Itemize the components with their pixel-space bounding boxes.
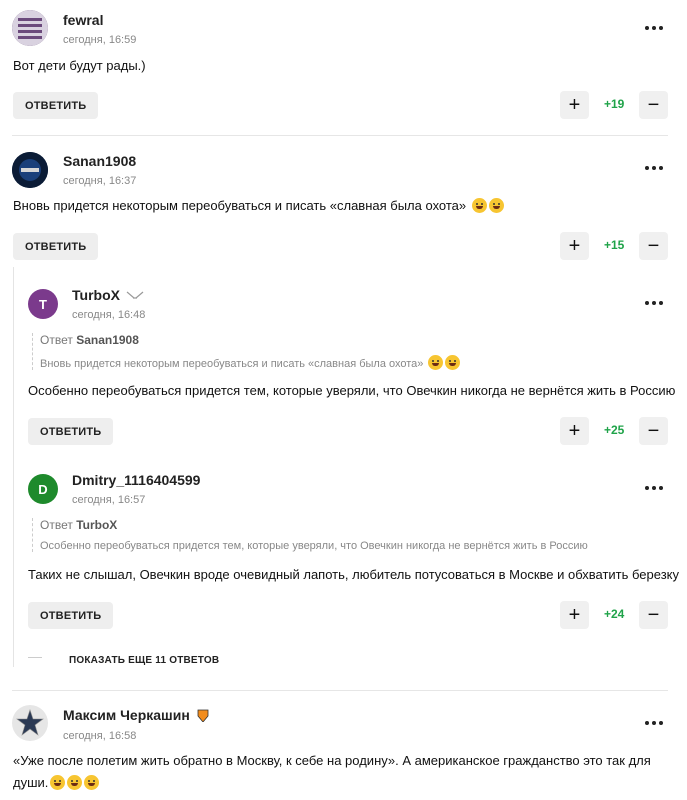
comment-time: сегодня, 16:59 bbox=[63, 34, 137, 46]
reply-score: +24 bbox=[604, 607, 625, 621]
minus-icon[interactable]: − bbox=[639, 232, 668, 260]
comment-score: +15 bbox=[604, 238, 625, 252]
emoji-icon bbox=[428, 355, 444, 370]
more-icon[interactable] bbox=[643, 161, 665, 175]
reply-author-name: TurboX bbox=[72, 287, 120, 303]
emoji-icon bbox=[50, 775, 66, 790]
minus-icon[interactable]: − bbox=[639, 417, 668, 445]
comment-author[interactable]: Sanan1908 bbox=[63, 153, 136, 169]
club-badge-icon bbox=[197, 709, 209, 723]
quote-header: Ответ Sanan1908 bbox=[40, 333, 460, 347]
reply-author[interactable]: Dmitry_1116404599 bbox=[72, 472, 200, 488]
reply-text: Таких не слышал, Овечкин вроде очевидный… bbox=[28, 567, 680, 582]
avatar[interactable]: D bbox=[28, 474, 58, 504]
reply-quote: Ответ TurboX Особенно переобуваться прид… bbox=[32, 518, 588, 552]
avatar[interactable] bbox=[12, 705, 48, 741]
more-icon[interactable] bbox=[643, 716, 665, 730]
avatar[interactable] bbox=[12, 152, 48, 188]
reply-author[interactable]: TurboX bbox=[72, 287, 144, 303]
plus-icon[interactable]: + bbox=[560, 417, 589, 445]
emoji-icon bbox=[488, 198, 504, 213]
minus-icon[interactable]: − bbox=[639, 601, 668, 629]
emoji-icon bbox=[84, 775, 100, 790]
reply-button[interactable]: ОТВЕТИТЬ bbox=[28, 602, 114, 629]
emoji-icon bbox=[471, 198, 487, 213]
avatar-image bbox=[12, 10, 48, 46]
emoji-icon bbox=[67, 775, 83, 790]
reply-button[interactable]: ОТВЕТИТЬ bbox=[28, 418, 114, 445]
reply-quote: Ответ Sanan1908 Вновь придется некоторым… bbox=[32, 333, 461, 370]
comment-text-line-1: «Уже после полетим жить обратно в Москву… bbox=[13, 753, 651, 768]
avatar-image bbox=[12, 705, 48, 741]
avatar[interactable] bbox=[12, 10, 48, 46]
reply-button[interactable]: ОТВЕТИТЬ bbox=[13, 92, 99, 119]
show-more-replies-button[interactable]: ПОКАЗАТЬ ЕЩЕ 11 ОТВЕТОВ bbox=[69, 655, 219, 666]
quote-text: Особенно переобуваться придется тем, кот… bbox=[40, 540, 588, 552]
quote-text: Вновь придется некоторым переобуваться и… bbox=[40, 355, 461, 370]
avatar[interactable]: T bbox=[28, 289, 58, 319]
hockey-sticks-icon bbox=[126, 291, 144, 299]
minus-icon[interactable]: − bbox=[639, 91, 668, 119]
comment-time: сегодня, 16:58 bbox=[63, 730, 137, 742]
comment-time: сегодня, 16:37 bbox=[63, 175, 137, 187]
reply-score: +25 bbox=[604, 423, 625, 437]
quote-prefix: Ответ bbox=[40, 333, 73, 347]
quote-author[interactable]: Sanan1908 bbox=[76, 333, 139, 347]
comment-author[interactable]: Максим Черкашин bbox=[63, 707, 210, 723]
reply-time: сегодня, 16:57 bbox=[72, 494, 146, 506]
comment-sanan1908: Sanan1908 сегодня, 16:37 Вновь придется … bbox=[0, 136, 687, 686]
comment-author-name: Максим Черкашин bbox=[63, 707, 190, 723]
quote-header: Ответ TurboX bbox=[40, 518, 588, 532]
comment-text-line-2: души. bbox=[13, 772, 100, 794]
quote-author[interactable]: TurboX bbox=[76, 518, 117, 532]
comment-text-content: души. bbox=[13, 775, 49, 790]
comment-fewral: fewral сегодня, 16:59 Вот дети будут рад… bbox=[0, 0, 687, 135]
plus-icon[interactable]: + bbox=[560, 232, 589, 260]
plus-icon[interactable]: + bbox=[560, 91, 589, 119]
avatar-image bbox=[12, 152, 48, 188]
emoji-icon bbox=[445, 355, 461, 370]
comment-text-content: Вновь придется некоторым переобуваться и… bbox=[13, 198, 467, 213]
comment-maksim-cherkashin: Максим Черкашин сегодня, 16:58 «Уже посл… bbox=[0, 691, 687, 800]
comment-text: Вот дети будут рады.) bbox=[13, 58, 146, 73]
more-icon[interactable] bbox=[643, 296, 665, 310]
comment-author[interactable]: fewral bbox=[63, 12, 103, 28]
show-more-line bbox=[28, 657, 42, 658]
quote-text-content: Вновь придется некоторым переобуваться и… bbox=[40, 358, 424, 370]
reply-time: сегодня, 16:48 bbox=[72, 309, 146, 321]
reply-text: Особенно переобуваться придется тем, кот… bbox=[28, 383, 676, 398]
reply-button[interactable]: ОТВЕТИТЬ bbox=[13, 233, 99, 260]
thread-line bbox=[13, 267, 14, 667]
more-icon[interactable] bbox=[643, 21, 665, 35]
plus-icon[interactable]: + bbox=[560, 601, 589, 629]
quote-prefix: Ответ bbox=[40, 518, 73, 532]
comment-score: +19 bbox=[604, 97, 625, 111]
more-icon[interactable] bbox=[643, 481, 665, 495]
comment-text: Вновь придется некоторым переобуваться и… bbox=[13, 195, 504, 217]
